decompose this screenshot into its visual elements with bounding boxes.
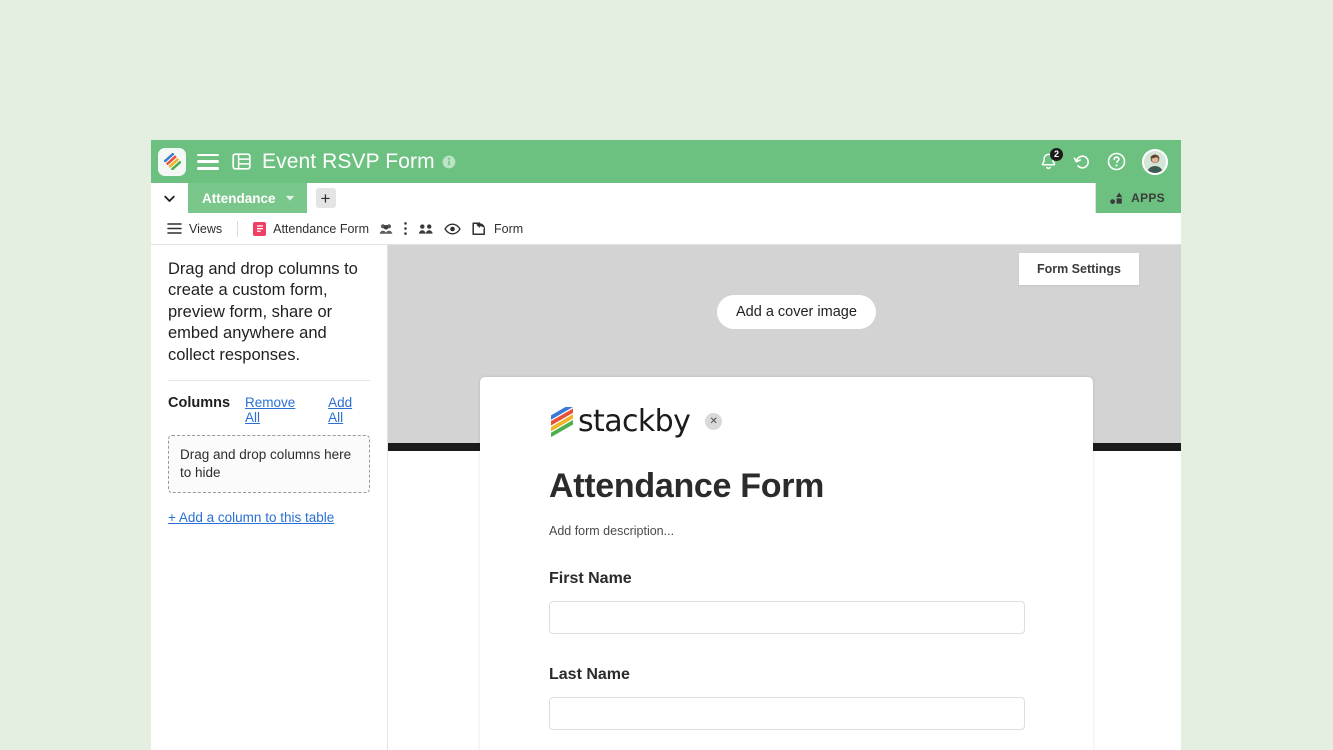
table-tab-attendance[interactable]: Attendance [188,183,307,213]
share-external-icon [472,221,486,235]
last-name-input[interactable] [549,697,1025,730]
tabstrip-rest: + [306,183,1096,213]
hamburger-menu-icon[interactable] [197,153,219,170]
kebab-menu-icon[interactable] [403,221,408,236]
apps-button[interactable]: APPS [1095,183,1181,213]
form-preview-canvas: Add a cover image Form Settings stackby … [388,245,1181,750]
notification-badge: 2 [1050,147,1063,161]
notifications-button[interactable]: 2 [1040,147,1063,171]
form-builder-sidebar: Drag and drop columns to create a custom… [151,245,388,750]
table-tabstrip: Attendance + APPS [151,183,1181,213]
form-brand-name: stackby [578,404,691,439]
app-window: Event RSVP Form 2 Attendance + APPS View… [151,140,1181,750]
table-tab-label: Attendance [202,190,276,206]
sidebar-intro-text: Drag and drop columns to create a custom… [168,259,370,382]
field-label: First Name [549,570,632,587]
view-toolbar: Views Attendance Form Form [151,213,1181,245]
form-field-first-name: First Name [549,570,1025,634]
apps-label: APPS [1131,191,1165,205]
help-question-icon[interactable] [1107,152,1126,171]
people-icon[interactable] [418,222,434,235]
form-title[interactable]: Attendance Form [549,467,1025,506]
avatar[interactable] [1142,148,1168,175]
views-button[interactable]: Views [167,222,222,236]
eye-preview-icon[interactable] [444,223,461,235]
form-description-placeholder[interactable]: Add form description... [549,524,1025,538]
field-label: Last Name [549,666,630,683]
columns-header-row: Columns Remove All Add All [168,395,370,425]
caret-down-icon [285,195,294,201]
share-form-label: Form [494,221,524,236]
form-brand-logo[interactable]: stackby [549,404,691,439]
toolbar-divider [237,220,239,237]
collaborators-icon[interactable] [379,223,393,235]
current-view-button[interactable]: Attendance Form [253,221,370,236]
chevron-down-icon [164,195,175,202]
collapse-sidebar-button[interactable] [151,183,188,213]
first-name-input[interactable] [549,601,1025,634]
add-column-link[interactable]: + Add a column to this table [168,510,334,525]
hidden-columns-dropzone[interactable]: Drag and drop columns here to hide [168,435,370,493]
info-icon[interactable] [442,155,456,169]
views-label: Views [189,221,223,236]
share-form-button[interactable]: Form [471,221,523,236]
workspace-body: Drag and drop columns to create a custom… [151,245,1181,750]
history-undo-icon[interactable] [1073,153,1091,171]
add-all-link[interactable]: Add All [328,395,370,425]
remove-all-link[interactable]: Remove All [245,395,313,425]
form-logo-row: stackby ✕ [549,407,1025,437]
add-cover-image-button[interactable]: Add a cover image [717,295,876,329]
header-actions: 2 [1040,147,1172,175]
app-header: Event RSVP Form 2 [151,140,1181,183]
form-view-icon [253,221,267,236]
apps-shapes-icon [1110,192,1123,204]
close-x-icon[interactable]: ✕ [705,413,723,430]
page-title: Event RSVP Form [262,149,435,173]
stackby-logo-icon[interactable] [158,147,186,176]
table-grid-icon[interactable] [232,152,251,171]
stackby-stripes-icon [551,407,573,437]
add-table-button[interactable]: + [315,188,336,208]
current-view-name: Attendance Form [273,221,370,236]
list-lines-icon [167,223,182,234]
columns-title: Columns [168,395,231,412]
form-settings-button[interactable]: Form Settings [1018,253,1139,285]
form-card: stackby ✕ Attendance Form Add form descr… [480,377,1093,750]
form-field-last-name: Last Name [549,666,1025,730]
